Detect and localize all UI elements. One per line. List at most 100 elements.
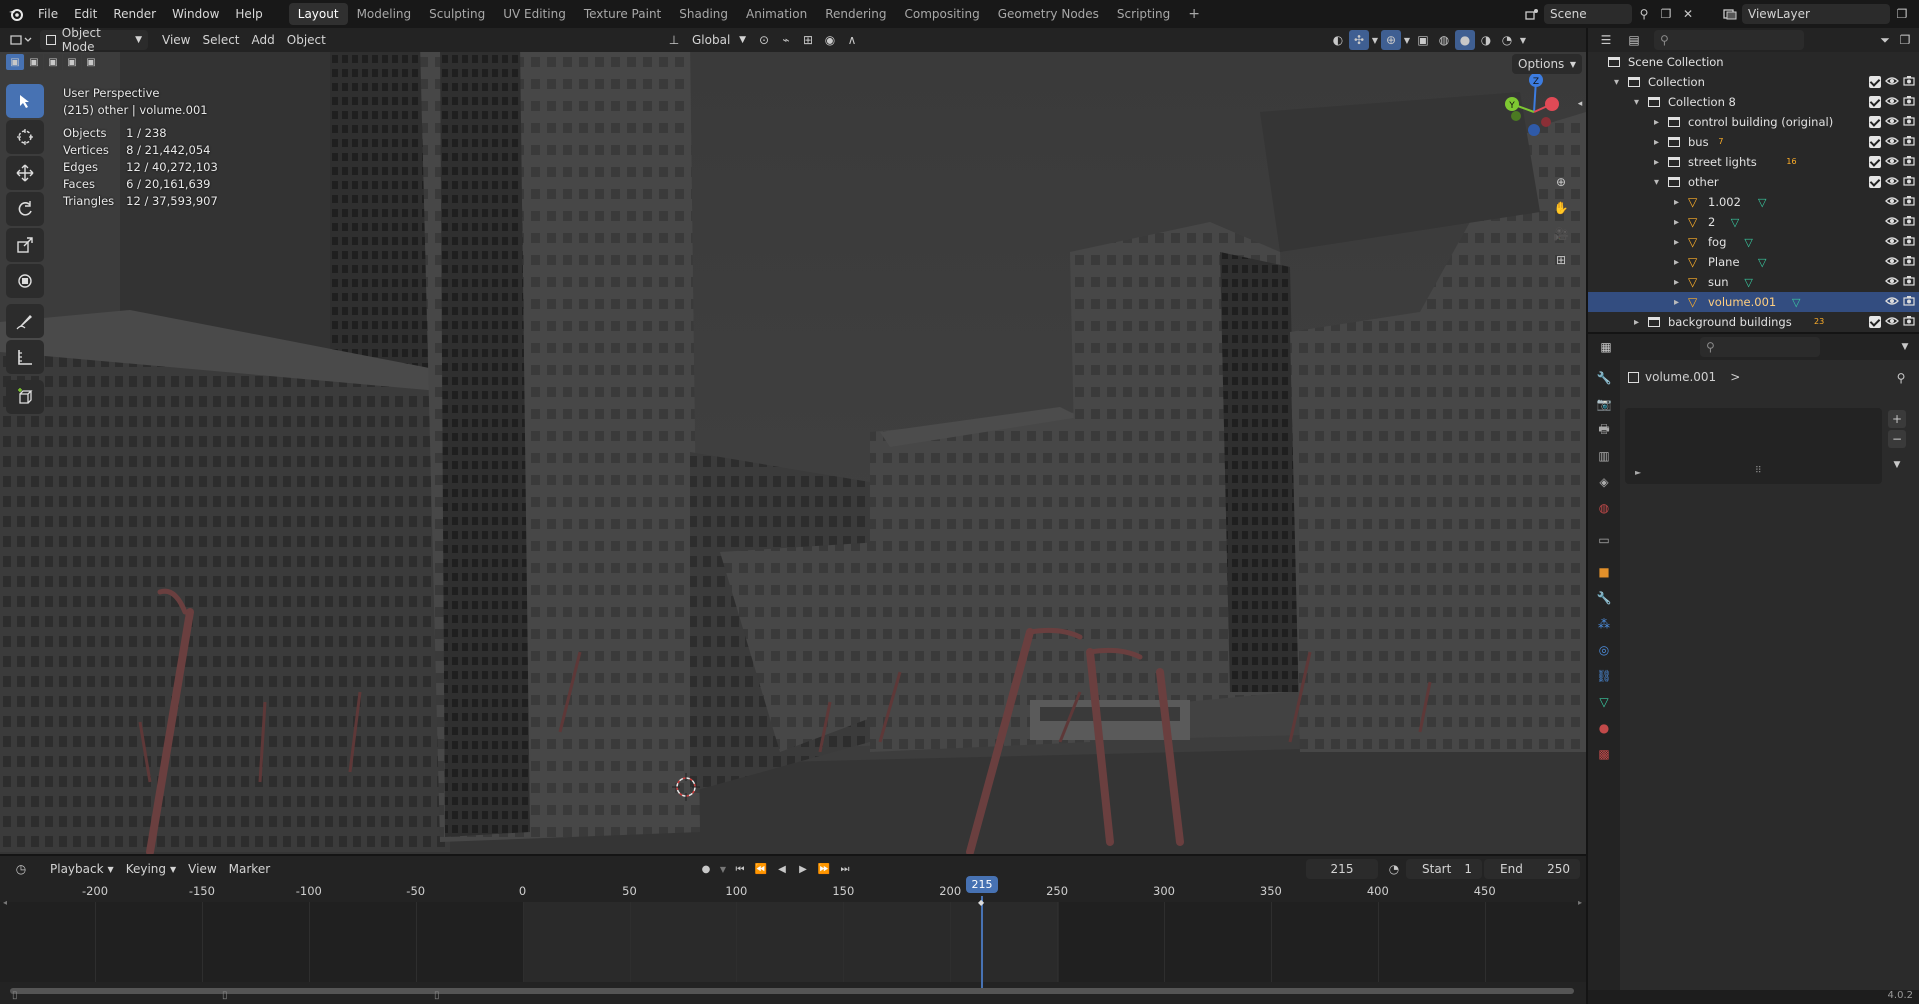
eye-icon[interactable]: [1885, 255, 1899, 269]
blender-logo-icon[interactable]: [6, 4, 26, 24]
transform-orientation-dropdown[interactable]: Global ▼: [686, 30, 752, 50]
expand-arrow-icon[interactable]: ▸: [1674, 217, 1679, 228]
properties-search-input[interactable]: ⚲: [1700, 337, 1820, 357]
collapse-arrow-icon[interactable]: ▾: [1654, 177, 1659, 188]
zoom-icon[interactable]: ⊕: [1551, 172, 1571, 192]
eye-icon[interactable]: [1885, 295, 1899, 309]
select-extend-icon[interactable]: ▣: [25, 54, 43, 70]
transform-orientation-icon[interactable]: ⊥: [664, 30, 684, 50]
outliner-row[interactable]: ▸ background buildings 23: [1588, 312, 1919, 332]
chevron-down-icon[interactable]: ▼: [1895, 337, 1915, 357]
delete-view-layer-icon[interactable]: ✕: [1914, 4, 1919, 24]
options-dropdown[interactable]: Options ▼: [1512, 54, 1582, 74]
render-camera-icon[interactable]: [1903, 255, 1915, 269]
collection-tab-icon[interactable]: ▭: [1594, 530, 1614, 550]
cursor-tool-icon[interactable]: [6, 120, 44, 154]
menu-edit[interactable]: Edit: [66, 3, 105, 25]
menu-object[interactable]: Object: [281, 30, 332, 50]
visibility-icon[interactable]: ◐: [1328, 30, 1348, 50]
filter-icon[interactable]: ⏷: [1875, 30, 1895, 50]
exclude-checkbox[interactable]: [1869, 116, 1881, 128]
render-camera-icon[interactable]: [1903, 95, 1915, 109]
chevron-right-icon[interactable]: ▸: [1575, 892, 1585, 912]
view-layer-tab-icon[interactable]: ▥: [1594, 446, 1614, 466]
tab-animation[interactable]: Animation: [737, 3, 816, 25]
eye-icon[interactable]: [1885, 195, 1899, 209]
tab-compositing[interactable]: Compositing: [895, 3, 988, 25]
world-tab-icon[interactable]: ◍: [1594, 498, 1614, 518]
tab-layout[interactable]: Layout: [288, 3, 348, 25]
mesh-data-icon[interactable]: ▽: [1758, 256, 1766, 269]
outliner-row[interactable]: ▸ bus 7: [1588, 132, 1919, 152]
outliner-row[interactable]: ▾ Collection: [1588, 72, 1919, 92]
modifier-tab-icon[interactable]: 🔧: [1594, 588, 1614, 608]
navigation-gizmo[interactable]: Z Y: [1486, 68, 1566, 148]
xray-toggle-icon[interactable]: ▣: [1413, 30, 1433, 50]
select-intersect-icon[interactable]: ▣: [82, 54, 100, 70]
editor-type-icon[interactable]: [6, 30, 36, 50]
mesh-data-icon[interactable]: ▽: [1731, 216, 1739, 229]
sidebar-toggle-icon[interactable]: ◂: [1570, 94, 1586, 114]
outliner-row[interactable]: ▾ other: [1588, 172, 1919, 192]
chevron-left-icon[interactable]: ◂: [0, 892, 10, 912]
3d-viewport[interactable]: User Perspective (215) other | volume.00…: [0, 52, 1586, 854]
render-tab-icon[interactable]: 📷: [1594, 394, 1614, 414]
eye-icon[interactable]: [1885, 315, 1899, 329]
mesh-data-icon[interactable]: ▽: [1758, 196, 1766, 209]
new-collection-icon[interactable]: ❐: [1895, 30, 1915, 50]
outliner-row[interactable]: ▸ ▽ fog ▽: [1588, 232, 1919, 252]
rotate-tool-icon[interactable]: [6, 192, 44, 226]
rendered-shading-icon[interactable]: ◔: [1497, 30, 1517, 50]
new-scene-icon[interactable]: ❐: [1656, 4, 1676, 24]
outliner-row[interactable]: ▸ ▽ sun ▽: [1588, 272, 1919, 292]
overlay-toggle-icon[interactable]: ⊕: [1381, 30, 1401, 50]
view-layer-icon[interactable]: [1720, 4, 1740, 24]
expand-arrow-icon[interactable]: ▸: [1674, 277, 1679, 288]
gizmo-toggle-icon[interactable]: ✣: [1349, 30, 1369, 50]
object-mode-dropdown[interactable]: Object Mode ▼: [40, 26, 148, 54]
menu-render[interactable]: Render: [105, 3, 164, 25]
select-new-icon[interactable]: ▣: [6, 54, 24, 70]
exclude-checkbox[interactable]: [1869, 156, 1881, 168]
pin-icon[interactable]: ⚲: [1634, 4, 1654, 24]
exclude-checkbox[interactable]: [1869, 96, 1881, 108]
chevron-right-icon[interactable]: >: [1730, 370, 1740, 384]
expand-arrow-icon[interactable]: ▸: [1654, 157, 1659, 168]
scene-icon[interactable]: [1522, 4, 1542, 24]
wireframe-shading-icon[interactable]: ◍: [1434, 30, 1454, 50]
data-tab-icon[interactable]: ▽: [1594, 692, 1614, 712]
object-tab-icon[interactable]: ■: [1594, 562, 1614, 582]
expand-arrow-icon[interactable]: ▸: [1654, 117, 1659, 128]
area-divider[interactable]: [0, 854, 1586, 856]
new-view-layer-icon[interactable]: ❐: [1892, 4, 1912, 24]
eye-icon[interactable]: [1885, 135, 1899, 149]
chevron-down-icon[interactable]: ▼: [1402, 30, 1412, 50]
eye-icon[interactable]: [1885, 175, 1899, 189]
view-layer-field[interactable]: ViewLayer: [1742, 4, 1890, 24]
pin-icon[interactable]: ⚲: [1891, 368, 1911, 388]
render-camera-icon[interactable]: [1903, 75, 1915, 89]
scale-tool-icon[interactable]: [6, 228, 44, 262]
outliner-row[interactable]: ▸ ▽ 1.002 ▽: [1588, 192, 1919, 212]
eye-icon[interactable]: [1885, 215, 1899, 229]
remove-item-icon[interactable]: −: [1888, 430, 1906, 448]
outliner-row[interactable]: ▸ street lights 16: [1588, 152, 1919, 172]
outliner-row[interactable]: ▸ control building (original): [1588, 112, 1919, 132]
chevron-down-icon[interactable]: ▼: [1370, 30, 1380, 50]
menu-add[interactable]: Add: [246, 30, 281, 50]
eye-icon[interactable]: [1885, 275, 1899, 289]
scene-tab-icon[interactable]: ◈: [1594, 472, 1614, 492]
tab-shading[interactable]: Shading: [670, 3, 737, 25]
outliner-row[interactable]: ▸ ▽ 2 ▽: [1588, 212, 1919, 232]
display-mode-icon[interactable]: ▤: [1620, 30, 1648, 50]
falloff-icon[interactable]: ∧: [842, 30, 862, 50]
expand-arrow-icon[interactable]: ▸: [1674, 197, 1679, 208]
outliner-row[interactable]: ▸ ▽ volume.001 ▽: [1588, 292, 1919, 312]
render-camera-icon[interactable]: [1903, 115, 1915, 129]
mesh-data-icon[interactable]: ▽: [1744, 276, 1752, 289]
eye-icon[interactable]: [1885, 235, 1899, 249]
eye-icon[interactable]: [1885, 95, 1899, 109]
render-camera-icon[interactable]: [1903, 175, 1915, 189]
timeline-ruler[interactable]: -200 -150 -100 -50 0 50 100 150 200 250 300 350 400 4…: [0, 876, 1586, 1004]
annotate-tool-icon[interactable]: [6, 304, 44, 338]
